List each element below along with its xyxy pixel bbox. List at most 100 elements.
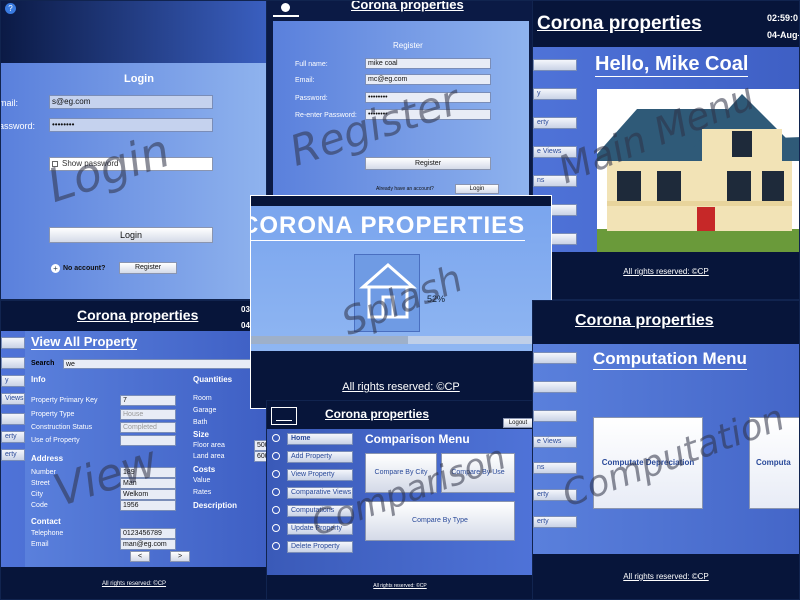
cstatus-select[interactable]: Completed (120, 422, 176, 433)
next-button[interactable]: > (170, 551, 190, 562)
tel-field[interactable]: 0123456789 (120, 528, 176, 539)
prev-button[interactable]: < (130, 551, 150, 562)
address-heading: Address (31, 454, 64, 463)
email-label: Email: (0, 98, 19, 108)
number-label: Number (31, 469, 56, 476)
register-form: Register Full name: mike coal Email: mc@… (273, 21, 529, 199)
comp-sidebar-item[interactable] (533, 381, 577, 393)
code-label: Code (31, 502, 48, 509)
view-sidebar-item[interactable]: erty (1, 449, 25, 461)
rates-label: Rates (193, 489, 212, 496)
show-password-checkbox[interactable]: Show password (49, 157, 213, 171)
reg-email-label: Email: (295, 77, 315, 84)
main-footer: All rights reserved: ©CP (623, 267, 709, 276)
comp-sidebar-item[interactable]: e Views (533, 436, 577, 448)
computation-title: Computation Menu (593, 349, 747, 370)
login-link-button[interactable]: Login (455, 184, 499, 194)
number-field[interactable]: 189 (120, 467, 176, 478)
nav-item-icon (272, 434, 280, 442)
comparison-footer: All rights reserved: ©CP (373, 583, 427, 589)
compute-second-button[interactable]: Computa (749, 417, 799, 509)
use-label: Use of Property (31, 437, 80, 444)
login-button[interactable]: Login (49, 227, 213, 243)
view-sidebar-item[interactable]: Views (1, 393, 25, 405)
comp-sidebar-item[interactable]: ns (533, 462, 577, 474)
view-sidebar-item[interactable]: erty (1, 431, 25, 443)
view-email-field[interactable]: man@eg.com (120, 539, 176, 550)
mainmenu-panel: Corona properties 02:59:0 04-Aug- y erty… (532, 0, 800, 300)
show-password-label: Show password (62, 159, 119, 168)
comp-sidebar-item[interactable] (533, 352, 577, 364)
add-icon: + (51, 264, 60, 273)
splash-progress-text: 52% (427, 294, 446, 304)
computation-app-title: Corona properties (575, 312, 714, 329)
register-link-button[interactable]: Register (119, 262, 177, 274)
comp-sidebar-item[interactable]: erty (533, 516, 577, 528)
ppk-field[interactable]: 7 (120, 395, 176, 406)
reg-password-label: Password: (295, 95, 328, 102)
register-panel: Corona properties Register Full name: mi… (266, 0, 534, 200)
nav-item[interactable]: View Property (287, 469, 353, 481)
main-sidebar-item[interactable]: y (533, 88, 577, 100)
view-sidebar-item[interactable] (1, 337, 25, 349)
nav-item[interactable]: Delete Property (287, 541, 353, 553)
view-sidebar-item[interactable]: y (1, 375, 25, 387)
nav-item[interactable]: Update Property (287, 523, 353, 535)
computation-footer: All rights reserved: ©CP (623, 572, 709, 581)
view-sidebar-item[interactable] (1, 357, 25, 369)
password-field[interactable]: •••••••• (49, 118, 213, 132)
garage-label: Garage (193, 407, 217, 414)
greeting: Hello, Mike Coal (595, 53, 749, 77)
logout-button[interactable]: Logout (503, 418, 533, 428)
nav-item[interactable]: Computations (287, 505, 353, 517)
splash-footer: All rights reserved: ©CP (342, 381, 460, 393)
nav-item-icon (272, 542, 280, 550)
nav-item-icon (272, 506, 280, 514)
compare-type-button[interactable]: Compare By Type (365, 501, 515, 541)
code-field[interactable]: 1956 (120, 500, 176, 511)
view-sidebar-item[interactable] (1, 413, 25, 425)
reg-email-field[interactable]: mc@eg.com (365, 74, 491, 85)
use-select[interactable] (120, 435, 176, 446)
menu-icon[interactable] (271, 407, 297, 425)
comp-sidebar-item[interactable] (533, 410, 577, 422)
fullname-field[interactable]: mike coal (365, 58, 491, 69)
reenter-field[interactable]: •••••••• (365, 109, 491, 120)
main-sidebar-item[interactable] (533, 59, 577, 71)
compare-use-button[interactable]: Compare By Use (441, 453, 515, 493)
street-label: Street (31, 480, 50, 487)
nav-item[interactable]: Comparative Views (287, 487, 353, 499)
email-field[interactable]: s@eg.com (49, 95, 213, 109)
main-app-title: Corona properties (537, 13, 702, 34)
compute-depreciation-button[interactable]: Computate Depreciation (593, 417, 703, 509)
reg-password-field[interactable]: •••••••• (365, 92, 491, 103)
help-icon[interactable]: ? (5, 3, 16, 14)
cstatus-label: Construction Status (31, 424, 93, 431)
compare-city-button[interactable]: Compare By City (365, 453, 437, 493)
comparison-panel: Corona properties Logout Home Add Propert… (266, 400, 534, 600)
comparison-content: Home Add Property View Property Comparative… (267, 429, 533, 575)
nav-item[interactable]: Add Property (287, 451, 353, 463)
bath-label: Bath (193, 419, 208, 426)
house-image (597, 89, 799, 252)
splash-progress-fill (251, 336, 409, 344)
ptype-select[interactable]: House (120, 409, 176, 420)
login-title: Login (124, 73, 154, 85)
view-email-label: Email (31, 541, 49, 548)
street-field[interactable]: Man (120, 478, 176, 489)
city-field[interactable]: Welkom (120, 489, 176, 500)
ptype-label: Property Type (31, 411, 75, 418)
city-label: City (31, 491, 44, 498)
view-footer: All rights reserved: ©CP (101, 581, 167, 587)
comp-sidebar-item[interactable]: erty (533, 489, 577, 501)
main-sidebar-item[interactable]: erty (533, 117, 577, 129)
register-submit-button[interactable]: Register (365, 157, 491, 170)
main-date: 04-Aug- (767, 30, 800, 40)
main-sidebar-item[interactable]: e Views (533, 146, 577, 158)
search-input[interactable]: we (63, 359, 267, 369)
nav-item[interactable]: Home (287, 433, 353, 445)
main-sidebar-item[interactable]: ns (533, 175, 577, 187)
login-panel: ? Login Email: s@eg.com Password: ••••••… (0, 0, 268, 300)
computation-content: e Views ns erty erty Computation Menu Co… (533, 344, 799, 554)
user-icon (273, 3, 299, 17)
